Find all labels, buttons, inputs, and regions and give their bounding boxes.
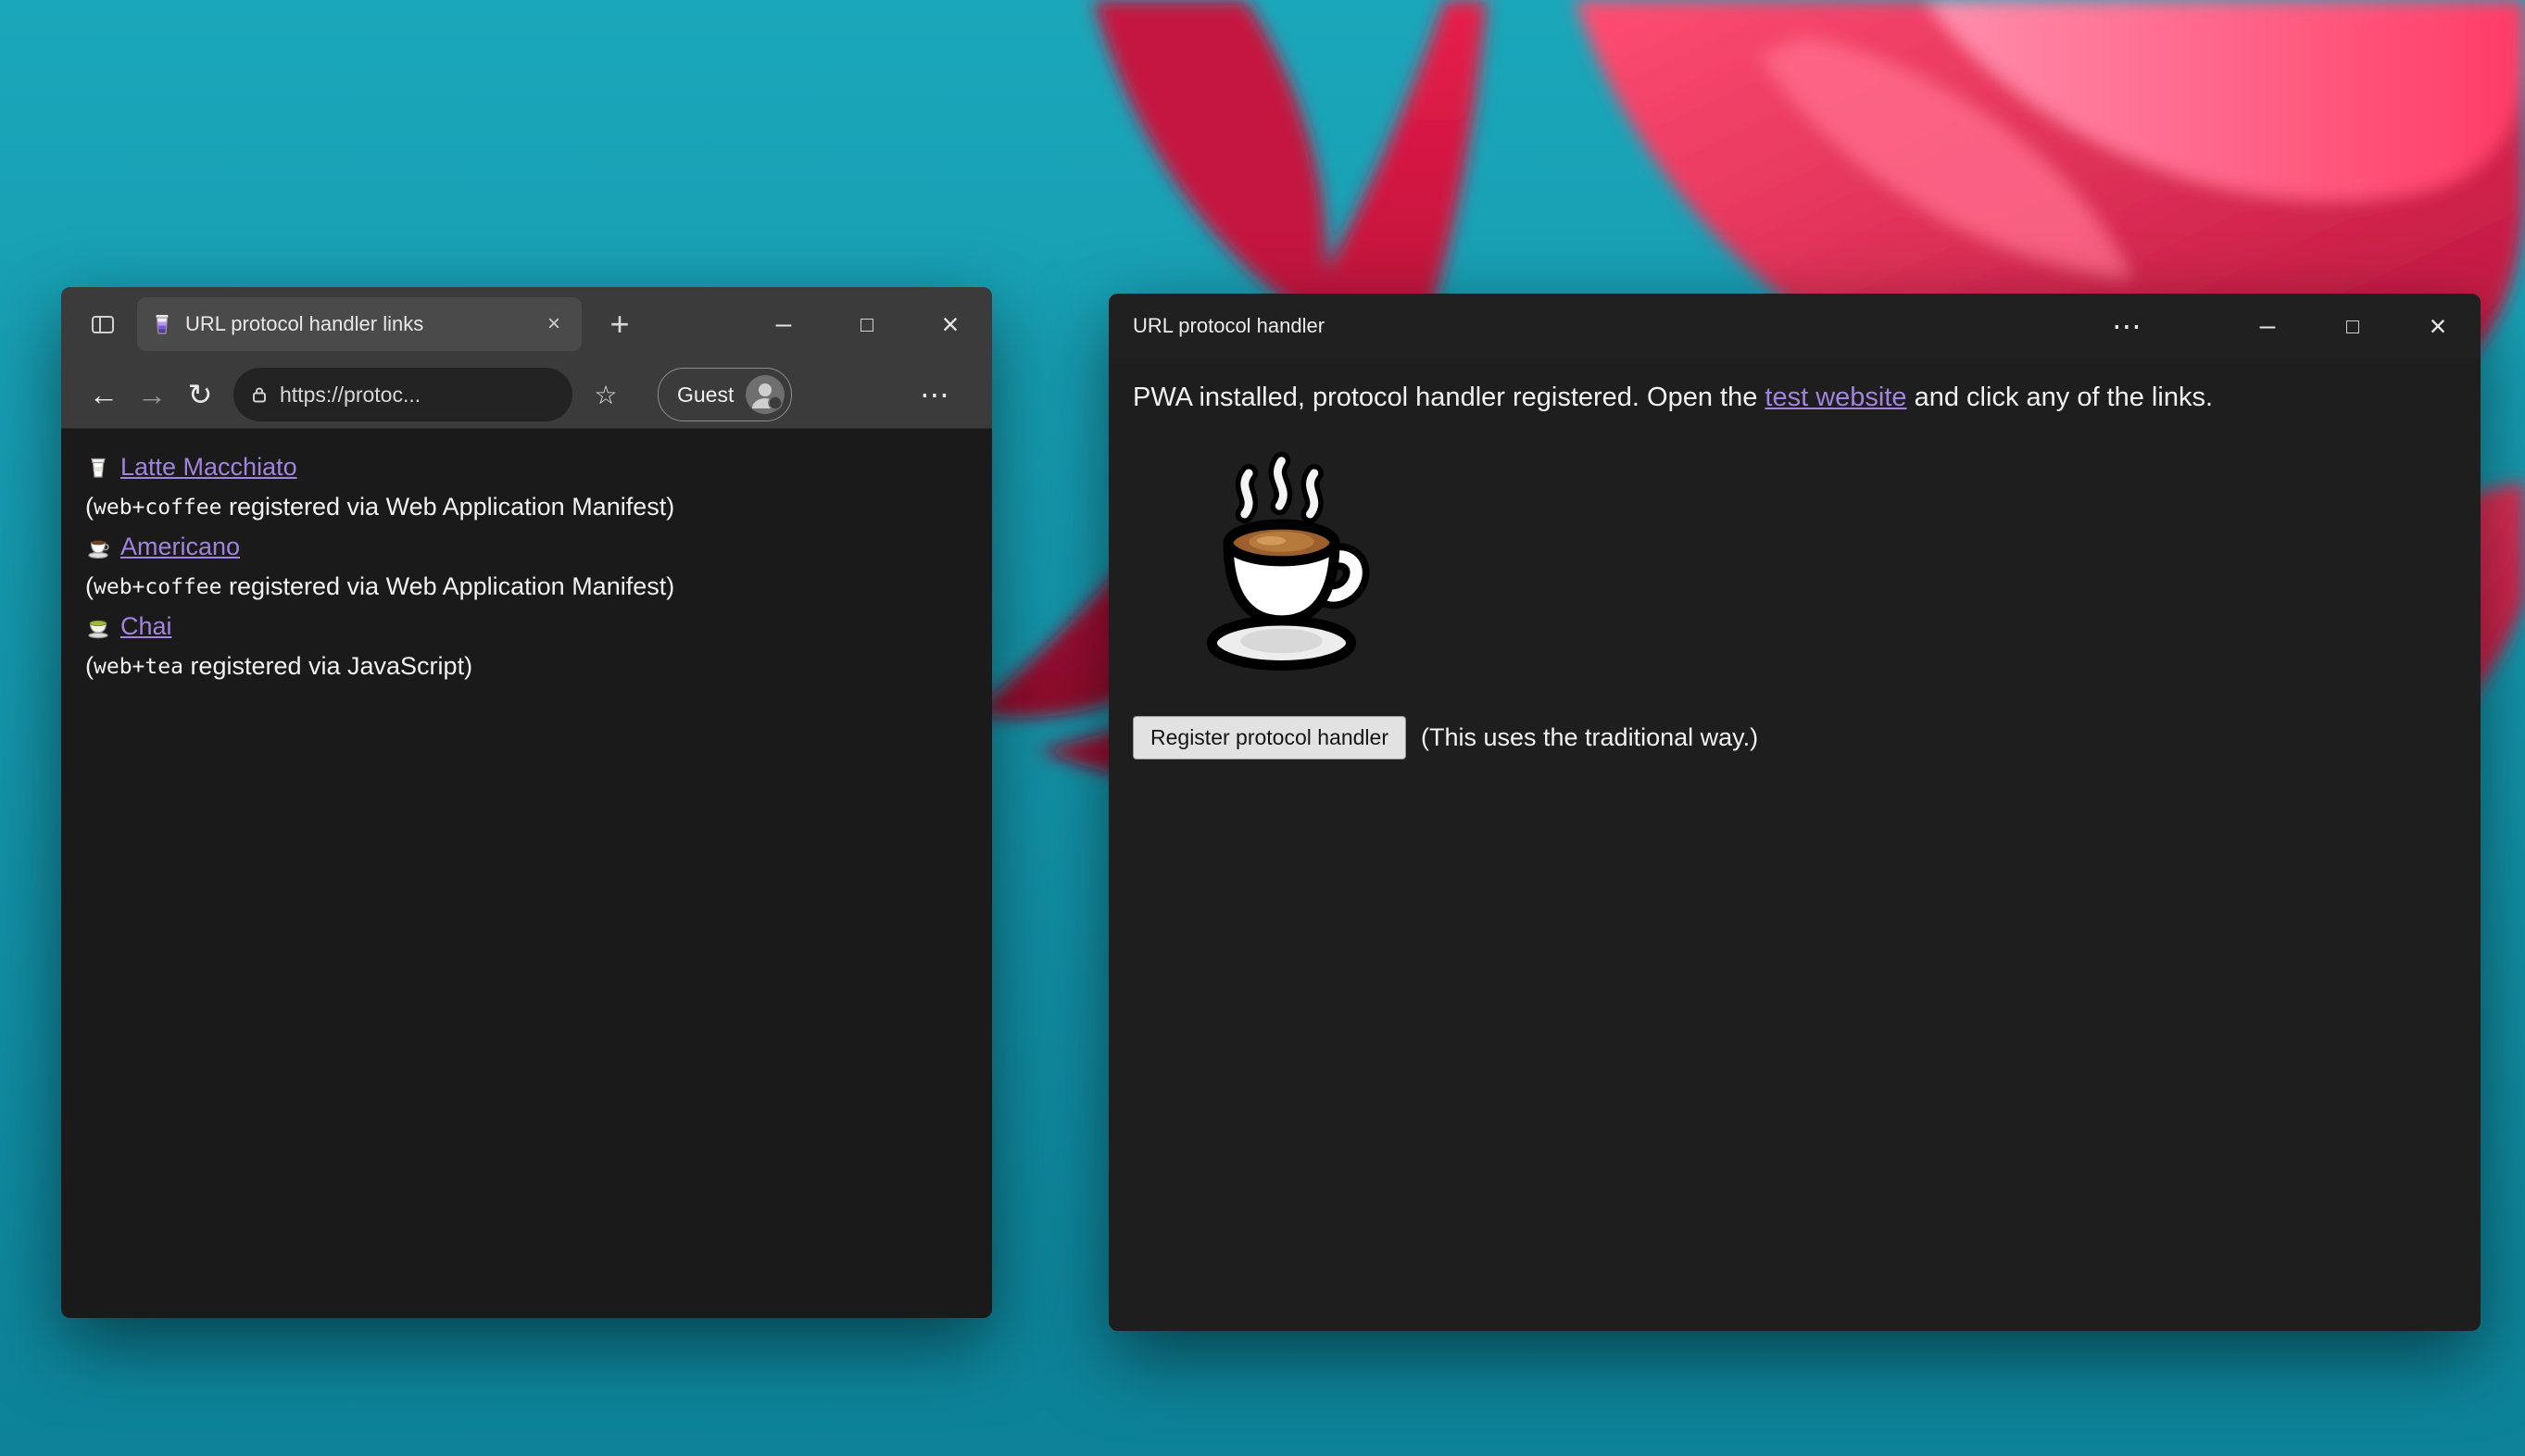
minimize-button[interactable]: –: [742, 287, 825, 361]
link-label: Chai: [120, 612, 172, 640]
new-tab-button[interactable]: +: [597, 301, 643, 347]
browser-window: URL protocol handler links × + – □ × ← →…: [61, 287, 992, 1318]
address-url: https://protoc...: [280, 382, 421, 407]
tab-close-button[interactable]: ×: [539, 309, 569, 339]
browser-window-controls: – □ ×: [742, 287, 992, 361]
protocol-scheme: web+tea: [94, 654, 183, 679]
address-bar[interactable]: https://protoc...: [233, 368, 572, 421]
pwa-window-controls: ⋯ – □ ×: [2084, 294, 2481, 358]
pwa-more-button[interactable]: ⋯: [2084, 294, 2169, 358]
protocol-link-row: Chai: [85, 607, 968, 646]
back-button[interactable]: ←: [80, 370, 128, 419]
lock-icon: [253, 387, 266, 403]
desktop: URL protocol handler links × + – □ × ← →…: [0, 0, 2525, 1456]
protocol-scheme: web+coffee: [94, 574, 222, 599]
pwa-content: PWA installed, protocol handler register…: [1109, 358, 2481, 1331]
pwa-minimize-button[interactable]: –: [2225, 294, 2310, 358]
tab-favicon-icon: [156, 315, 169, 334]
protocol-note: (web+coffee registered via Web Applicati…: [85, 572, 675, 600]
maximize-button[interactable]: □: [825, 287, 909, 361]
chai-link[interactable]: Chai: [85, 612, 172, 641]
register-note: (This uses the traditional way.): [1420, 723, 1759, 751]
browser-more-button[interactable]: ⋯: [911, 370, 959, 419]
close-button[interactable]: ×: [909, 287, 992, 361]
hot-beverage-icon: [1206, 451, 1370, 672]
link-label: Americano: [120, 533, 241, 560]
protocol-note: (web+coffee registered via Web Applicati…: [85, 493, 675, 521]
protocol-note: (web+tea registered via JavaScript): [85, 652, 473, 680]
coffee-emoji-image: [1159, 445, 1404, 690]
latte-macchiato-link[interactable]: Latte Macchiato: [85, 453, 297, 482]
pwa-maximize-button[interactable]: □: [2310, 294, 2395, 358]
browser-page-content: Latte Macchiato (web+coffee registered v…: [61, 429, 992, 1318]
browser-tab[interactable]: URL protocol handler links ×: [137, 297, 582, 351]
pwa-intro-text: PWA installed, protocol handler register…: [1133, 383, 2214, 412]
refresh-button[interactable]: ↻: [176, 370, 224, 419]
pwa-window-title: URL protocol handler: [1133, 314, 1325, 337]
pwa-close-button[interactable]: ×: [2395, 294, 2481, 358]
link-label: Latte Macchiato: [120, 453, 297, 481]
protocol-scheme: web+coffee: [94, 495, 222, 520]
tab-title: URL protocol handler links: [185, 312, 424, 335]
browser-tab-strip[interactable]: URL protocol handler links × + – □ ×: [61, 287, 992, 361]
profile-label: Guest: [677, 382, 735, 407]
forward-button[interactable]: →: [128, 370, 176, 419]
guest-avatar-icon: [746, 375, 785, 414]
americano-link[interactable]: Americano: [85, 533, 240, 561]
test-website-link[interactable]: test website: [1765, 383, 1906, 412]
browser-toolbar: ← → ↻ https://protoc... ☆ Guest ⋯: [61, 361, 992, 429]
protocol-link-row: Latte Macchiato: [85, 447, 968, 487]
register-row: Register protocol handler (This uses the…: [1133, 716, 2456, 759]
tab-actions-menu-button[interactable]: [80, 301, 126, 347]
pwa-window: URL protocol handler ⋯ – □ × PWA install…: [1109, 294, 2481, 1331]
favorites-button[interactable]: ☆: [582, 370, 630, 419]
pwa-title-bar[interactable]: URL protocol handler ⋯ – □ ×: [1109, 294, 2481, 358]
profile-button[interactable]: Guest: [658, 368, 793, 421]
takeaway-cup-icon: [91, 458, 106, 478]
coffee-cup-icon: [88, 540, 109, 559]
teacup-icon: [88, 620, 108, 638]
tab-actions-icon: [92, 316, 114, 333]
register-protocol-handler-button[interactable]: Register protocol handler: [1133, 716, 1406, 759]
protocol-link-row: Americano: [85, 527, 968, 567]
